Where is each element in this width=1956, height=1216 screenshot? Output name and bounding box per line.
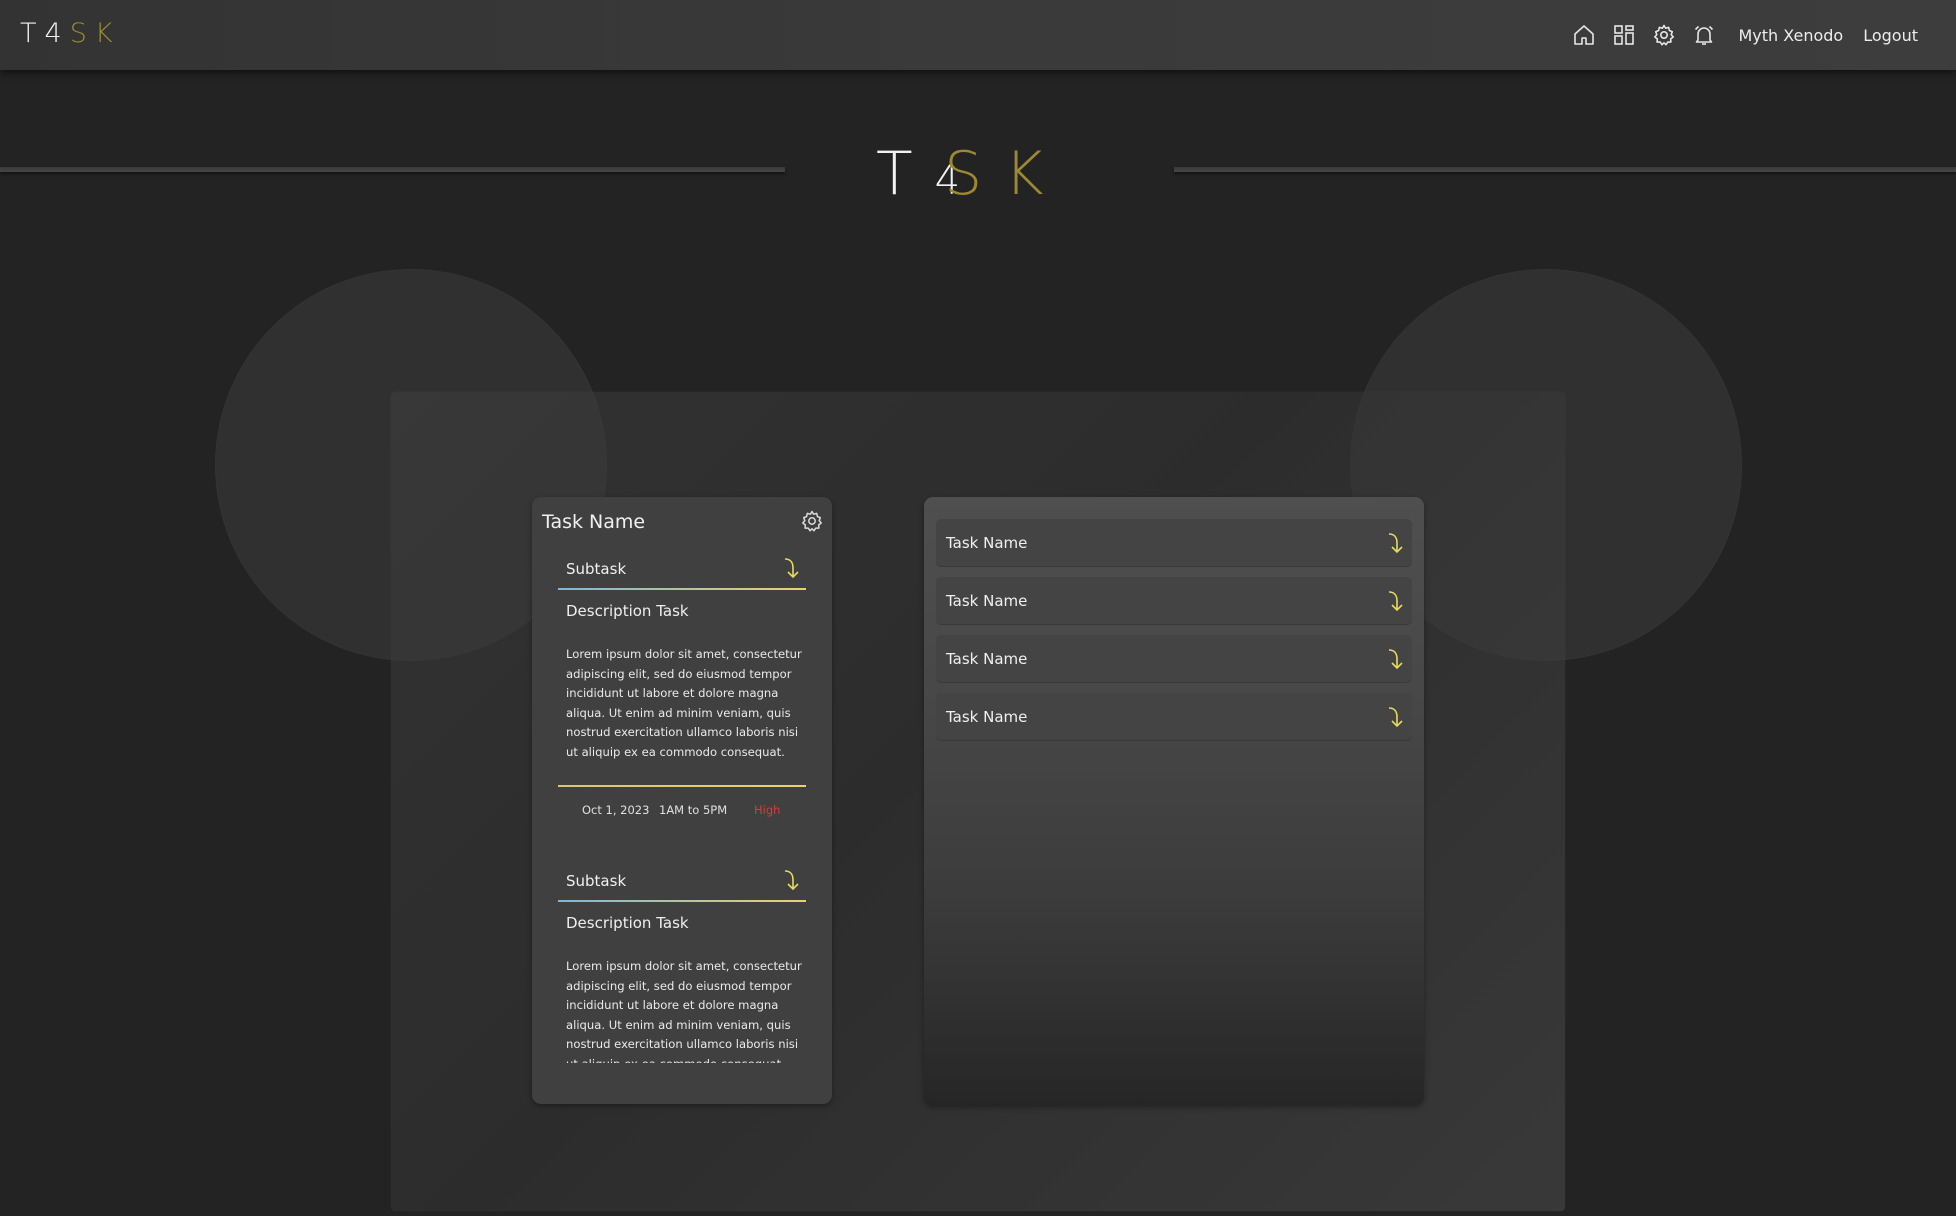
subtask-label: Subtask: [566, 560, 627, 578]
task-list-panel: Task Name Task Name Task Name Task Name: [924, 497, 1424, 1105]
subtask-item: Subtask Description Task Lorem ipsum dol…: [558, 552, 806, 832]
subtask-header[interactable]: Subtask: [558, 552, 806, 590]
hero-divider-left: [0, 167, 785, 172]
user-name-link[interactable]: Myth Xenodo: [1738, 26, 1843, 45]
hero-letters-sk: SK: [944, 139, 1065, 209]
meta-divider: [558, 785, 806, 787]
task-settings-gear-icon[interactable]: [800, 509, 824, 533]
logout-link[interactable]: Logout: [1863, 26, 1918, 45]
logo-rest-text: SK: [69, 18, 121, 49]
description-text: Lorem ipsum dolor sit amet, consectetur …: [566, 959, 802, 1063]
subtask-label: Subtask: [566, 872, 627, 890]
task-card-title: Task Name: [542, 511, 646, 533]
logo-letter-t: T: [20, 18, 45, 49]
logo-digit-4: 4: [44, 18, 70, 49]
expand-arrow-icon[interactable]: [780, 868, 800, 892]
subtask-header[interactable]: Subtask: [558, 864, 806, 902]
description-title: Description Task: [566, 602, 689, 620]
expand-arrow-icon[interactable]: [780, 556, 800, 580]
task-item-label: Task Name: [946, 592, 1028, 610]
alarm-icon[interactable]: [1684, 15, 1724, 55]
home-icon[interactable]: [1564, 15, 1604, 55]
task-list-item[interactable]: Task Name: [936, 577, 1412, 625]
hero-divider-right: [1174, 167, 1956, 172]
nav-logo[interactable]: T4SK: [20, 18, 121, 49]
subtask-date: Oct 1, 2023: [582, 803, 650, 817]
task-item-label: Task Name: [946, 650, 1028, 668]
expand-arrow-icon[interactable]: [1384, 531, 1404, 555]
task-item-label: Task Name: [946, 708, 1028, 726]
task-list-item[interactable]: Task Name: [936, 635, 1412, 683]
subtask-time-range: 1AM to 5PM: [659, 803, 728, 817]
task-list-item[interactable]: Task Name: [936, 519, 1412, 567]
expand-arrow-icon[interactable]: [1384, 589, 1404, 613]
logo-letters-sk: SK: [70, 18, 121, 49]
top-navbar: T4SK Myth Xenodo Logout: [0, 0, 1956, 70]
hero-rest-text: SK: [944, 139, 1066, 209]
nav-actions: Myth Xenodo Logout: [1564, 0, 1918, 70]
gear-icon[interactable]: [1644, 15, 1684, 55]
task-list-item[interactable]: Task Name: [936, 693, 1412, 741]
subtask-meta: Oct 1, 2023 1AM to 5PM High: [582, 803, 780, 817]
task-item-label: Task Name: [946, 534, 1028, 552]
task-detail-card: Task Name Subtask Description Task Lorem…: [532, 497, 832, 1104]
hero-logo-title: T4SK: [876, 134, 1066, 221]
description-text: Lorem ipsum dolor sit amet, consectetur …: [566, 647, 802, 759]
grid-icon[interactable]: [1604, 15, 1644, 55]
expand-arrow-icon[interactable]: [1384, 705, 1404, 729]
description-title: Description Task: [566, 914, 689, 932]
expand-arrow-icon[interactable]: [1384, 647, 1404, 671]
priority-badge: High: [754, 803, 781, 817]
subtask-item: Subtask Description Task Lorem ipsum dol…: [558, 864, 806, 1104]
hero-letter-t: T: [876, 139, 935, 209]
